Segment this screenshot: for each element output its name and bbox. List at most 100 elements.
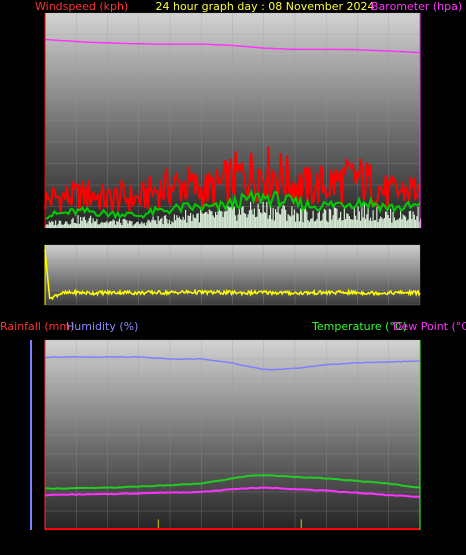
wind-fill-bar — [83, 216, 85, 228]
wind-fill-bar — [365, 218, 367, 228]
wind-fill-bar — [57, 223, 59, 228]
wind-fill-bar — [111, 221, 113, 228]
wind-fill-bar — [170, 224, 172, 228]
wind-fill-bar — [171, 221, 173, 228]
wind-fill-bar — [317, 212, 319, 228]
wind-fill-bar — [350, 219, 352, 228]
wind-fill-bar — [405, 216, 407, 228]
wind-fill-bar — [288, 215, 290, 228]
wind-fill-bar — [242, 206, 244, 228]
wind-fill-bar — [263, 211, 265, 228]
wind-fill-bar — [100, 223, 102, 228]
wind-fill-bar — [110, 221, 112, 228]
wind-fill-bar — [80, 216, 82, 228]
wind-fill-bar — [243, 212, 245, 228]
wind-fill-bar — [192, 214, 194, 228]
wind-fill-bar — [252, 214, 254, 228]
wind-fill-bar — [255, 217, 257, 228]
wind-fill-bar — [195, 218, 197, 228]
wind-fill-bar — [228, 207, 230, 228]
wind-fill-bar — [352, 219, 354, 228]
wind-fill-bar — [345, 218, 347, 228]
wind-fill-bar — [251, 209, 253, 228]
wind-fill-bar — [163, 215, 165, 228]
wind-fill-bar — [226, 211, 228, 228]
wind-fill-bar — [116, 221, 118, 228]
wind-fill-bar — [96, 218, 98, 228]
wind-fill-bar — [117, 221, 119, 228]
wind-fill-bar — [211, 211, 213, 228]
wind-fill-bar — [177, 218, 179, 228]
wind-fill-bar — [212, 215, 214, 228]
wind-fill-bar — [53, 225, 55, 228]
wind-fill-bar — [181, 220, 183, 228]
wind-fill-bar — [193, 217, 195, 228]
wind-fill-bar — [253, 208, 255, 228]
wind-fill-bar — [240, 214, 242, 228]
wind-fill-bar — [302, 222, 304, 228]
wind-fill-bar — [332, 215, 334, 228]
wind-fill-bar — [265, 212, 267, 228]
wind-fill-bar — [368, 220, 370, 228]
wind-fill-bar — [330, 209, 332, 228]
wind-fill-bar — [331, 219, 333, 228]
wind-fill-bar — [312, 210, 314, 228]
wind-fill-bar — [393, 217, 395, 228]
wind-fill-bar — [125, 219, 127, 228]
wind-fill-bar — [140, 223, 142, 228]
wind-fill-bar — [203, 212, 205, 228]
wind-fill-bar — [401, 219, 403, 228]
wind-fill-bar — [157, 215, 159, 228]
wind-fill-bar — [297, 213, 299, 228]
wind-fill-bar — [180, 219, 182, 228]
wind-fill-bar — [413, 214, 415, 228]
wind-fill-bar — [327, 222, 329, 228]
wind-fill-bar — [341, 220, 343, 228]
wind-fill-bar — [206, 211, 208, 228]
wind-fill-bar — [358, 211, 360, 228]
wind-fill-bar — [182, 216, 184, 228]
wind-fill-bar — [153, 220, 155, 228]
wind-fill-bar — [238, 207, 240, 228]
wind-fill-bar — [126, 220, 128, 228]
wind-fill-bar — [340, 211, 342, 228]
wind-fill-bar — [280, 214, 282, 228]
wind-fill-bar — [292, 215, 294, 228]
wind-fill-bar — [293, 209, 295, 228]
wind-fill-bar — [178, 216, 180, 228]
wind-fill-bar — [213, 217, 215, 228]
wind-fill-bar — [246, 217, 248, 228]
wind-fill-bar — [107, 223, 109, 228]
wind-fill-bar — [165, 215, 167, 228]
wind-fill-bar — [188, 215, 190, 228]
wind-fill-bar — [403, 215, 405, 228]
wind-fill-bar — [320, 220, 322, 228]
weather-graphs-svg: Windspeed (kph) 24 hour graph day : 08 N… — [0, 0, 466, 531]
wind-fill-bar — [146, 222, 148, 228]
wind-fill-bar — [128, 220, 130, 228]
wind-fill-bar — [227, 206, 229, 228]
wind-fill-bar — [67, 223, 69, 228]
wind-fill-bar — [93, 221, 95, 228]
wind-fill-bar — [278, 213, 280, 228]
wind-fill-bar — [51, 220, 53, 228]
wind-fill-bar — [346, 213, 348, 228]
wind-fill-bar — [185, 209, 187, 228]
wind-fill-bar — [65, 221, 67, 228]
wind-fill-bar — [47, 224, 49, 228]
wind-fill-bar — [223, 211, 225, 228]
wind-fill-bar — [337, 219, 339, 228]
wind-fill-bar — [260, 212, 262, 228]
wind-fill-bar — [398, 217, 400, 228]
wind-fill-bar — [136, 221, 138, 228]
wind-fill-bar — [137, 221, 139, 228]
wind-fill-bar — [50, 222, 52, 228]
wind-fill-bar — [143, 222, 145, 228]
wind-fill-bar — [148, 220, 150, 228]
wind-fill-bar — [95, 221, 97, 228]
wind-fill-bar — [158, 220, 160, 228]
wind-fill-bar — [222, 217, 224, 228]
wind-fill-bar — [338, 217, 340, 228]
wind-fill-bar — [305, 208, 307, 228]
wind-fill-bar — [281, 208, 283, 228]
